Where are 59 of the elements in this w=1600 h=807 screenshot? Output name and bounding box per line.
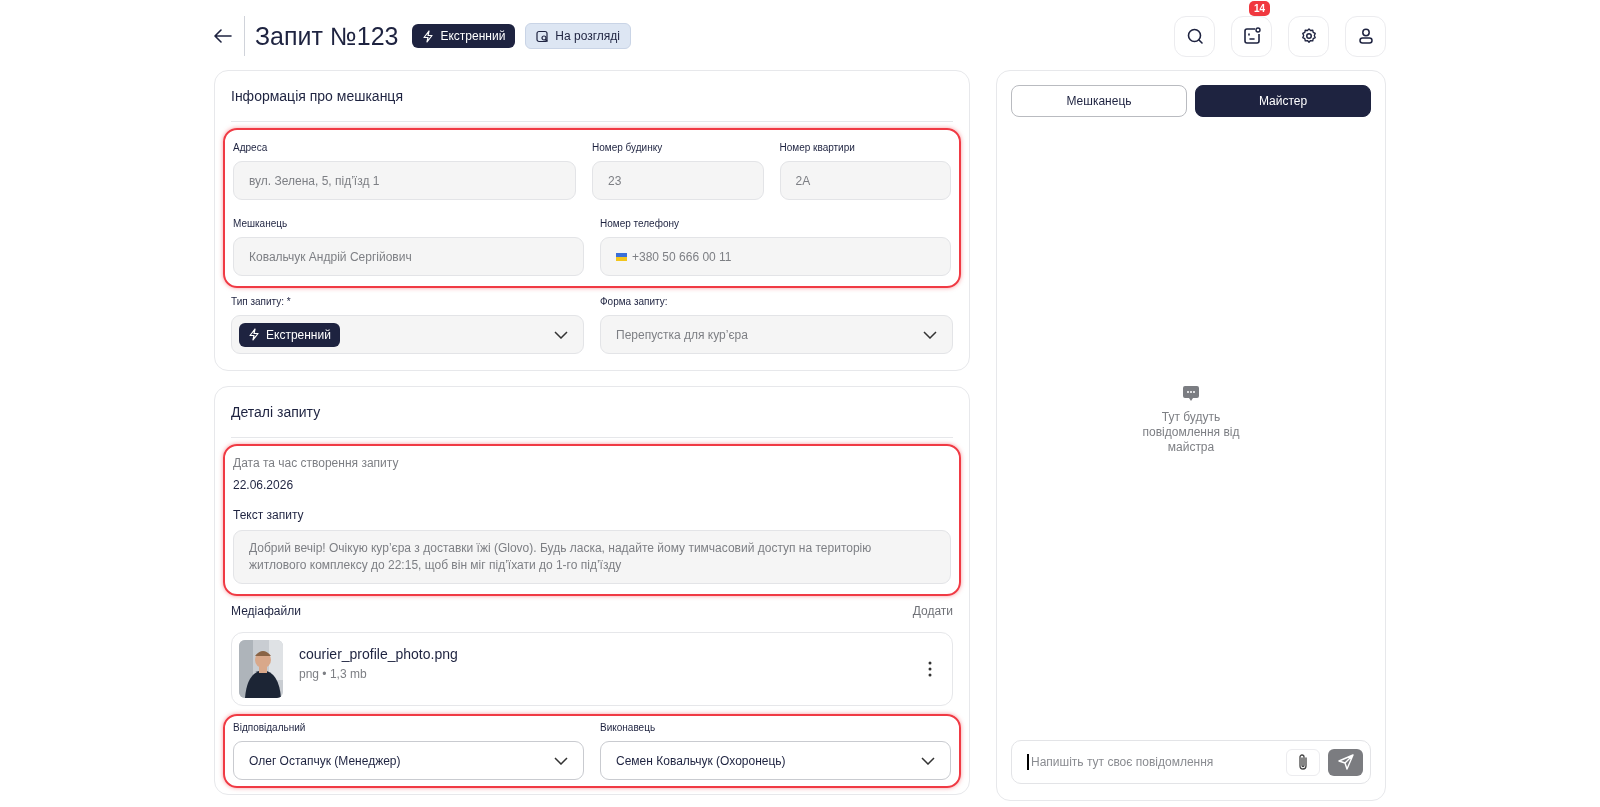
field-label: Номер квартири — [779, 141, 856, 153]
section-title: Деталі запиту — [231, 403, 322, 422]
dropdown-field[interactable]: Перепустка для кур’єра — [600, 315, 953, 354]
dropdown-field[interactable]: Олег Остапчук (Менеджер) — [233, 741, 584, 780]
section-title: Інформація про мешканця — [231, 87, 404, 106]
media-label: Медіафайли — [231, 604, 301, 618]
search-button[interactable] — [1174, 15, 1215, 57]
back-arrow-icon[interactable] — [214, 29, 232, 43]
input-field[interactable]: вул. Зелена, 5, під’їзд 1 — [233, 161, 576, 200]
profile-button[interactable] — [1345, 15, 1386, 57]
field-label: Тип запиту: * — [231, 295, 292, 307]
message-input[interactable]: Напишіть тут своє повідомлення — [1027, 754, 1278, 770]
message-field[interactable]: Напишіть тут своє повідомлення — [1011, 740, 1371, 784]
user-icon — [1356, 27, 1375, 45]
field-label: Текст запиту — [233, 508, 305, 522]
date-value: 22.06.2026 — [233, 478, 295, 492]
chat-button[interactable] — [1231, 15, 1272, 57]
lightning-icon — [248, 328, 260, 341]
more-icon[interactable] — [928, 661, 932, 677]
field-label: Номер телефону — [600, 217, 680, 229]
attach-button[interactable] — [1286, 748, 1320, 776]
flag-icon — [616, 252, 627, 261]
field-label: Форма запиту: — [600, 295, 669, 307]
chat-icon — [1241, 26, 1262, 46]
empty-message: Тут будуть повідомлення від майстра — [1141, 410, 1241, 455]
send-button[interactable] — [1328, 748, 1363, 776]
message-icon — [1182, 385, 1200, 402]
date-label: Дата та час створення запиту — [233, 456, 400, 470]
search-icon — [1185, 27, 1204, 45]
tab[interactable]: Мешканець — [1011, 85, 1187, 117]
add-link[interactable]: Додати — [912, 604, 953, 618]
file-meta: png • 1,3 mb — [299, 666, 368, 681]
page-title: Запит №123 — [255, 21, 399, 51]
notification-badge: 14 — [1248, 0, 1270, 16]
field-label: Відповідальний — [233, 721, 307, 733]
settings-button[interactable] — [1288, 15, 1329, 57]
field-label: Виконавець — [600, 721, 657, 733]
chevron-down-icon — [554, 330, 568, 339]
dropdown-field[interactable]: Семен Ковальчук (Охоронець) — [600, 741, 951, 780]
field-label: Номер будинку — [592, 141, 664, 153]
input-field[interactable]: 2A — [779, 161, 951, 200]
input-field[interactable]: Ковальчук Андрій Сергійович — [233, 237, 584, 276]
send-icon — [1336, 753, 1355, 771]
request-text-area[interactable]: Добрий вечір! Очікую кур’єра з доставки їжі (Glovo). Будь ласка, надайте йому тимчасовий доступ на територію житлового комплексу до 22:15, щоб він міг під’їхати до 1-го під’їзду — [233, 530, 951, 584]
paperclip-icon — [1297, 753, 1309, 771]
type-chip: Екстренний — [239, 322, 340, 347]
file-name: courier_profile_photo.png — [299, 645, 459, 662]
status-badge: На розгляді — [525, 23, 631, 49]
field-label: Адреса — [233, 141, 269, 153]
tab[interactable]: Майстер — [1195, 85, 1371, 117]
chevron-down-icon — [923, 330, 937, 339]
input-field[interactable]: +380 50 666 00 11 — [600, 237, 951, 276]
settings-icon — [1299, 27, 1318, 45]
input-field[interactable]: 23 — [592, 161, 764, 200]
status-badge: Екстренний — [412, 24, 516, 48]
field-label: Мешканець — [233, 217, 289, 229]
chevron-down-icon — [921, 756, 935, 765]
dropdown-field[interactable]: Екстренний — [231, 315, 584, 354]
chevron-down-icon — [554, 756, 568, 765]
